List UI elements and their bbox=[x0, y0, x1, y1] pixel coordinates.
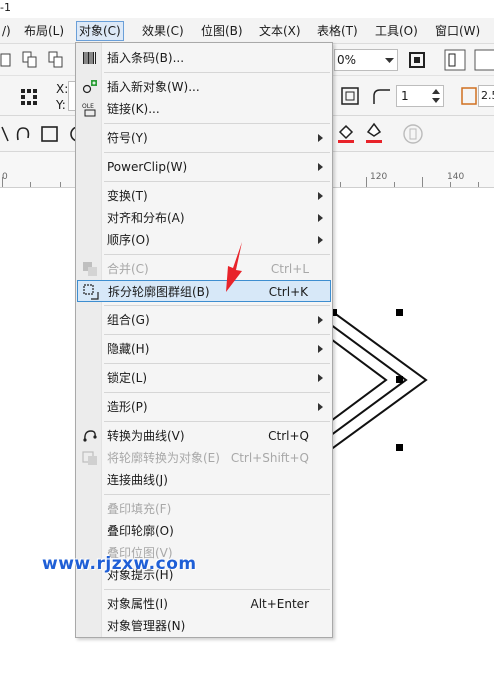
menu-bitmap[interactable]: 位图(B) bbox=[199, 21, 245, 41]
chevron-down-icon bbox=[385, 58, 394, 63]
ruler-label: 120 bbox=[370, 172, 388, 182]
menu-item-object-properties[interactable]: 对象属性(I) Alt+Enter bbox=[77, 593, 331, 615]
zoom-value: 0% bbox=[337, 53, 357, 67]
grid-toggle-icon[interactable] bbox=[474, 49, 494, 71]
corner-radius-icon[interactable] bbox=[372, 86, 392, 106]
menu-tools[interactable]: 工具(O) bbox=[373, 21, 420, 41]
outline-width-value: 2.5 bbox=[481, 89, 494, 102]
ruler-tick bbox=[366, 177, 367, 187]
watermark: www.rjzxw.com bbox=[42, 554, 197, 574]
menu-item-overprint-fill: 叠印填充(F) bbox=[107, 502, 172, 516]
menu-item-combine: 合并(C) Ctrl+L bbox=[77, 258, 331, 280]
menu-item-join-curves[interactable]: 连接曲线(J) bbox=[77, 469, 331, 491]
menu-item-object-manager[interactable]: 对象管理器(N) bbox=[77, 615, 331, 637]
menu-item-align-distribute[interactable]: 对齐和分布(A) bbox=[77, 207, 331, 229]
convert-curve-icon bbox=[83, 430, 97, 442]
menu-object[interactable]: 对象(C) bbox=[76, 21, 124, 41]
menu-item-group[interactable]: 组合(G) bbox=[77, 309, 331, 331]
chevron-up-icon[interactable] bbox=[432, 89, 440, 94]
copy-icon[interactable] bbox=[22, 51, 38, 69]
pen-tool-icon[interactable] bbox=[0, 125, 10, 143]
svg-text:OLE: OLE bbox=[82, 103, 94, 110]
menu-item-powerclip[interactable]: PowerClip(W) bbox=[77, 156, 331, 178]
submenu-arrow-icon bbox=[318, 192, 323, 200]
ole-link-icon: OLE bbox=[82, 103, 96, 117]
menu-text[interactable]: 文本(X) bbox=[257, 21, 303, 41]
menu-item-lock[interactable]: 锁定(L) bbox=[77, 367, 331, 389]
position-x-label: X: bbox=[56, 82, 69, 96]
menu-item-order[interactable]: 顺序(O) bbox=[77, 229, 331, 251]
menu-item-outline-to-object: 将轮廓转换为对象(E) Ctrl+Shift+Q bbox=[77, 447, 331, 469]
ruler-tick bbox=[394, 182, 395, 187]
ruler-toggle-icon[interactable] bbox=[444, 49, 466, 71]
chevron-down-icon[interactable] bbox=[432, 98, 440, 103]
selection-handle[interactable] bbox=[396, 376, 403, 383]
object-origin-icon[interactable] bbox=[20, 88, 38, 106]
outline-to-object-icon bbox=[82, 451, 97, 465]
ruler-tick bbox=[478, 182, 479, 187]
submenu-arrow-icon bbox=[318, 134, 323, 142]
frame-icon[interactable] bbox=[340, 86, 360, 106]
ruler-label: 0 bbox=[2, 172, 8, 182]
menu-item-convert-to-curves[interactable]: 转换为曲线(V) Ctrl+Q bbox=[77, 425, 331, 447]
submenu-arrow-icon bbox=[318, 214, 323, 222]
menu-item-symbol[interactable]: 符号(Y) bbox=[77, 127, 331, 149]
paste-icon[interactable] bbox=[48, 51, 64, 69]
submenu-arrow-icon bbox=[318, 403, 323, 411]
submenu-arrow-icon bbox=[318, 345, 323, 353]
break-apart-icon bbox=[83, 284, 99, 300]
selection-handle[interactable] bbox=[396, 309, 403, 316]
menu-effects[interactable]: 效果(C) bbox=[140, 21, 186, 41]
new-object-icon bbox=[82, 80, 97, 94]
outline-width-icon[interactable] bbox=[460, 86, 478, 106]
zoom-select[interactable]: 0% bbox=[334, 49, 398, 71]
position-y-label: Y: bbox=[56, 98, 66, 112]
combine-icon bbox=[83, 262, 97, 276]
bezier-icon[interactable] bbox=[14, 124, 32, 144]
ruler-tick bbox=[450, 182, 451, 187]
ruler-tick bbox=[340, 182, 341, 187]
menu-view-partial[interactable]: /) bbox=[0, 21, 13, 41]
menu-layout[interactable]: 布局(L) bbox=[22, 21, 66, 41]
ruler-tick bbox=[422, 177, 423, 187]
menu-item-link[interactable]: OLE 链接(K)... bbox=[77, 98, 331, 120]
submenu-arrow-icon bbox=[318, 374, 323, 382]
corner-radius-stepper[interactable]: 1 bbox=[396, 85, 444, 107]
menu-item-break-contour-group[interactable]: 拆分轮廓图群组(B) Ctrl+K bbox=[77, 280, 331, 302]
fill-bucket-icon[interactable] bbox=[336, 122, 356, 144]
object-menu-dropdown: 插入条码(B)... 插入新对象(W)... OLE 链接(K)... 符号(Y… bbox=[75, 42, 333, 638]
menu-item-overprint-outline[interactable]: 叠印轮廓(O) bbox=[77, 520, 331, 542]
menu-item-hide[interactable]: 隐藏(H) bbox=[77, 338, 331, 360]
window-title: -1 bbox=[0, 1, 11, 14]
submenu-arrow-icon bbox=[318, 236, 323, 244]
submenu-arrow-icon bbox=[318, 316, 323, 324]
ruler-tick bbox=[30, 182, 31, 187]
menu-item-insert-new-object[interactable]: 插入新对象(W)... bbox=[77, 76, 331, 98]
import-icon[interactable] bbox=[0, 52, 14, 68]
rectangle-tool-icon[interactable] bbox=[40, 124, 60, 144]
barcode-icon bbox=[83, 52, 96, 64]
title-bar: -1 bbox=[0, 0, 494, 18]
menu-bar: /) 布局(L) 对象(C) 效果(C) 位图(B) 文本(X) 表格(T) 工… bbox=[0, 18, 494, 44]
full-screen-icon[interactable] bbox=[408, 51, 426, 69]
ruler-label: 140 bbox=[447, 172, 465, 182]
stepper-value: 1 bbox=[401, 89, 409, 103]
annotation-arrow-icon bbox=[226, 242, 242, 292]
menu-window[interactable]: 窗口(W) bbox=[433, 21, 482, 41]
selection-handle[interactable] bbox=[396, 444, 403, 451]
menu-item-transform[interactable]: 变换(T) bbox=[77, 185, 331, 207]
menu-item-shaping[interactable]: 造形(P) bbox=[77, 396, 331, 418]
menu-item-insert-barcode[interactable]: 插入条码(B)... bbox=[77, 47, 331, 69]
submenu-arrow-icon bbox=[318, 163, 323, 171]
outline-pen-icon[interactable] bbox=[364, 122, 384, 144]
outline-width-input[interactable]: 2.5 bbox=[478, 85, 494, 107]
ruler-tick bbox=[60, 182, 61, 187]
menu-table[interactable]: 表格(T) bbox=[315, 21, 360, 41]
transparency-icon bbox=[403, 124, 423, 144]
